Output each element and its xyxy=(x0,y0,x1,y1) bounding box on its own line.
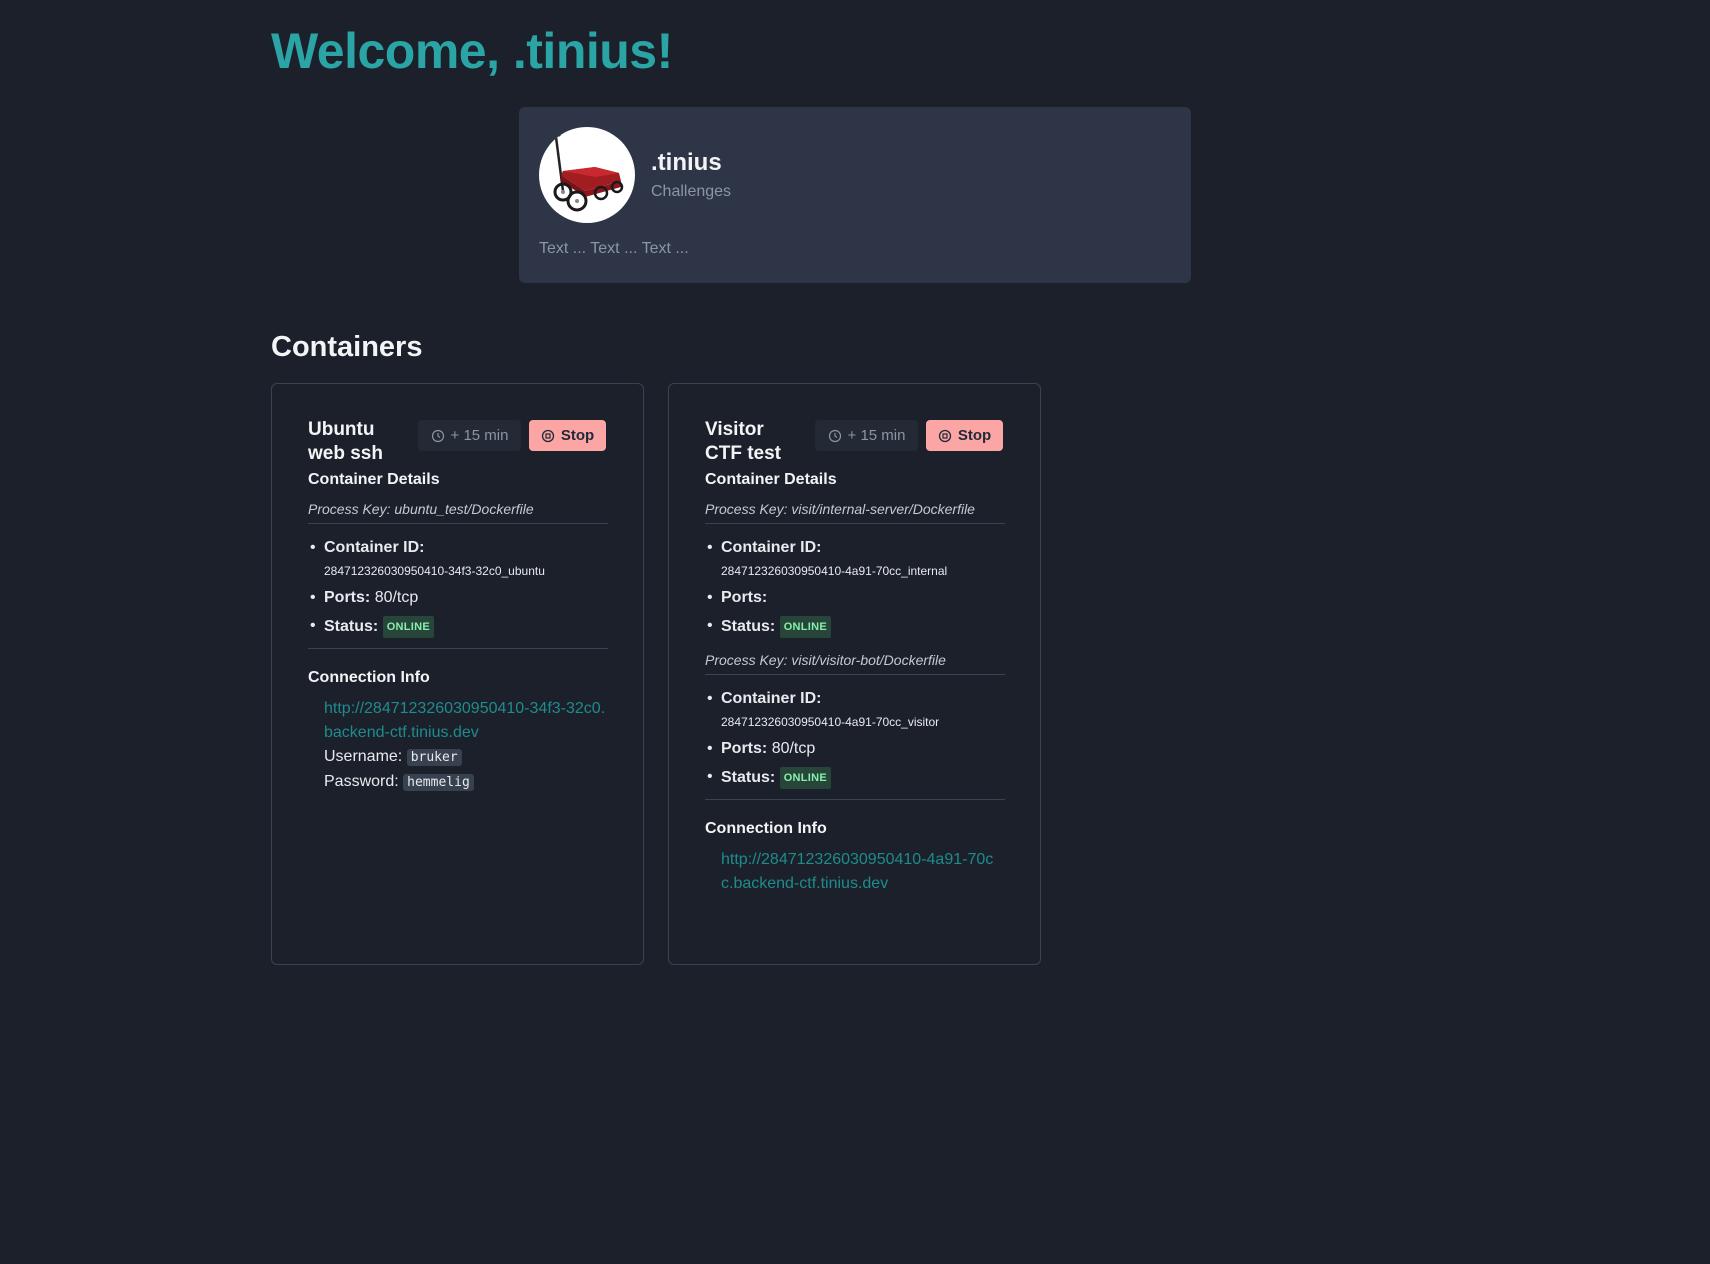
container-id-label: Container ID: xyxy=(721,539,822,556)
process-key: Process Key: visit/visitor-bot/Dockerfil… xyxy=(705,652,1005,675)
container-id-label: Container ID: xyxy=(324,539,425,556)
container-id-label: Container ID: xyxy=(721,690,822,707)
container-title: Ubuntu web ssh xyxy=(308,419,383,464)
connection-info: http://284712326030950410-4a91-70cc.back… xyxy=(705,848,1005,896)
ports-item: Ports: 80/tcp xyxy=(308,588,608,608)
status-badge: ONLINE xyxy=(382,616,435,638)
container-id-item: Container ID: 284712326030950410-4a91-70… xyxy=(705,689,1005,731)
password-row: Password: hemmelig xyxy=(324,770,608,795)
stop-button[interactable]: Stop xyxy=(926,420,1003,451)
ports-value: 80/tcp xyxy=(771,740,816,757)
connection-url-link[interactable]: http://284712326030950410-34f3-32c0.back… xyxy=(324,697,608,745)
container-title: Visitor CTF test xyxy=(705,419,781,464)
username-value: bruker xyxy=(406,749,462,766)
password-value: hemmelig xyxy=(403,774,474,791)
connection-url-link[interactable]: http://284712326030950410-4a91-70cc.back… xyxy=(721,848,1005,896)
profile-name: .tinius xyxy=(651,149,722,176)
containers-heading: Containers xyxy=(271,331,423,363)
connection-info: http://284712326030950410-34f3-32c0.back… xyxy=(308,697,608,795)
ports-value: 80/tcp xyxy=(374,589,419,606)
ports-item: Ports: xyxy=(705,588,1005,608)
ports-item: Ports: 80/tcp xyxy=(705,739,1005,759)
container-details-heading: Container Details xyxy=(308,471,440,488)
connection-info-heading: Connection Info xyxy=(308,669,430,686)
status-item: Status: ONLINE xyxy=(705,767,1005,789)
ports-label: Ports: xyxy=(721,740,768,757)
stop-button[interactable]: Stop xyxy=(529,420,606,451)
container-details-heading: Container Details xyxy=(705,471,837,488)
container-id-item: Container ID: 284712326030950410-34f3-32… xyxy=(308,538,608,580)
status-label: Status: xyxy=(721,618,776,635)
avatar xyxy=(539,127,635,223)
profile-bio: Text ... Text ... Text ... xyxy=(539,240,689,257)
process-details-list: Container ID: 284712326030950410-4a91-70… xyxy=(705,689,1005,789)
connection-info-heading: Connection Info xyxy=(705,820,827,837)
container-card: Visitor CTF test + 15 min Stop Container… xyxy=(668,383,1041,965)
container-id-value: 284712326030950410-34f3-32c0_ubuntu xyxy=(324,564,545,578)
stop-label: Stop xyxy=(957,427,992,444)
process-key: Process Key: ubuntu_test/Dockerfile xyxy=(308,501,608,524)
extend-time-label: + 15 min xyxy=(450,427,509,444)
stop-label: Stop xyxy=(560,427,595,444)
divider xyxy=(308,648,608,649)
status-label: Status: xyxy=(721,769,776,786)
divider xyxy=(705,799,1005,800)
process-key: Process Key: visit/internal-server/Docke… xyxy=(705,501,1005,524)
stop-circle-icon xyxy=(938,429,951,442)
ports-label: Ports: xyxy=(721,589,768,606)
password-label: Password: xyxy=(324,773,399,790)
stop-circle-icon xyxy=(541,429,554,442)
status-badge: ONLINE xyxy=(779,616,832,638)
extend-time-button[interactable]: + 15 min xyxy=(418,420,521,451)
page-title: Welcome, .tinius! xyxy=(271,23,673,79)
status-badge: ONLINE xyxy=(779,767,832,789)
username-row: Username: bruker xyxy=(324,745,608,770)
clock-icon xyxy=(828,429,841,442)
ports-label: Ports: xyxy=(324,589,371,606)
extend-time-label: + 15 min xyxy=(847,427,906,444)
process-details-list: Container ID: 284712326030950410-34f3-32… xyxy=(308,538,608,638)
status-item: Status: ONLINE xyxy=(308,616,608,638)
wagon-image xyxy=(551,132,624,212)
container-id-value: 284712326030950410-4a91-70cc_visitor xyxy=(721,715,940,729)
process-details-list: Container ID: 284712326030950410-4a91-70… xyxy=(705,538,1005,638)
profile-subtitle: Challenges xyxy=(651,183,732,200)
username-label: Username: xyxy=(324,748,403,765)
container-card: Ubuntu web ssh + 15 min Stop Container D… xyxy=(271,383,644,965)
container-id-value: 284712326030950410-4a91-70cc_internal xyxy=(721,564,948,578)
clock-icon xyxy=(431,429,444,442)
profile-card: .tinius Challenges Text ... Text ... Tex… xyxy=(519,107,1191,283)
status-item: Status: ONLINE xyxy=(705,616,1005,638)
container-id-item: Container ID: 284712326030950410-4a91-70… xyxy=(705,538,1005,580)
status-label: Status: xyxy=(324,618,379,635)
extend-time-button[interactable]: + 15 min xyxy=(815,420,918,451)
